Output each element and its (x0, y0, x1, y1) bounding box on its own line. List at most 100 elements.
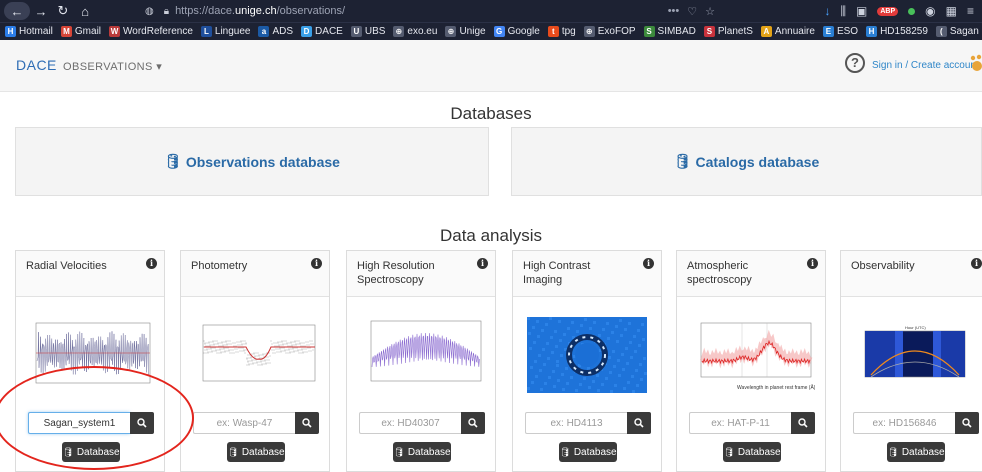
bookmark-favicon-icon: E (822, 26, 834, 37)
bookmark-label: DACE (315, 26, 343, 37)
card-title: Photometry (191, 260, 248, 272)
browser-toolbar: ← → ↻ ⌂ ◍ 🔒︎ https://dace. unige.ch/obser… (0, 0, 982, 22)
search-icon (634, 418, 644, 428)
reload-icon[interactable]: ↻ (52, 0, 74, 22)
preview-chart-image (370, 320, 482, 382)
bookmark-item[interactable]: S PlanetS (703, 26, 753, 37)
info-icon[interactable]: i (807, 258, 818, 269)
pocket-icon[interactable]: ♡ (687, 5, 697, 18)
search-group (359, 412, 485, 434)
url-prefix: https://dace. (175, 5, 235, 17)
database-button[interactable]: 🛢︎ Database (62, 442, 120, 462)
target-search-input[interactable] (28, 412, 130, 434)
bookmark-item[interactable]: H Hotmail (5, 26, 53, 37)
card-header: Radial Velocities i (16, 251, 164, 297)
database-button[interactable]: 🛢︎ Database (559, 442, 617, 462)
search-button[interactable] (791, 412, 815, 434)
library-icon[interactable]: ⫼ (841, 4, 847, 19)
database-button[interactable]: 🛢︎ Database (227, 442, 285, 462)
help-icon[interactable]: ? (845, 53, 865, 73)
info-icon[interactable]: i (311, 258, 322, 269)
catalogs-database-link[interactable]: 🛢︎ Catalogs database (511, 127, 982, 196)
target-search-input[interactable] (193, 412, 295, 434)
info-icon[interactable]: i (971, 258, 982, 269)
bookmark-item[interactable]: (Sagan (935, 26, 979, 37)
target-search-input[interactable] (853, 412, 955, 434)
bookmark-favicon-icon: A (760, 26, 772, 37)
extension-icon[interactable]: ◉ (925, 4, 935, 18)
bookmark-item[interactable]: A Annuaire (760, 26, 815, 37)
info-icon[interactable]: i (477, 258, 488, 269)
bookmark-label: Sagan (949, 26, 979, 37)
bookmark-star-icon[interactable]: ☆ (705, 5, 715, 18)
bookmark-item[interactable]: L Linguee (200, 26, 250, 37)
menu-icon[interactable]: ≡ (967, 4, 974, 18)
target-search-input[interactable] (689, 412, 791, 434)
card-header: High Resolution Spectroscopy i (347, 251, 495, 297)
search-icon (798, 418, 808, 428)
brand-logo[interactable]: DACE (16, 57, 57, 73)
database-icon: 🛢︎ (559, 446, 571, 457)
signin-link[interactable]: Sign in / Create account (872, 60, 979, 71)
bookmark-item[interactable]: t tpg (547, 26, 576, 37)
bookmark-item[interactable]: U UBS (350, 26, 385, 37)
bookmark-favicon-icon: L (200, 26, 212, 37)
grid-extension-icon[interactable]: ▦ (946, 4, 957, 18)
bookmark-item[interactable]: G Google (493, 26, 540, 37)
target-search-input[interactable] (359, 412, 461, 434)
database-button-label: Database (901, 446, 945, 458)
bookmark-label: ExoFOP (597, 26, 636, 37)
paw-logo-icon[interactable] (970, 54, 982, 72)
back-arrow-icon[interactable]: ← (4, 2, 30, 20)
info-icon[interactable]: i (643, 258, 654, 269)
info-icon[interactable]: i (146, 258, 157, 269)
search-button[interactable] (130, 412, 154, 434)
bookmark-favicon-icon: W (109, 26, 121, 37)
forward-arrow-icon[interactable]: → (30, 0, 52, 22)
url-host: unige.ch (235, 5, 277, 17)
sidebar-icon[interactable]: ▣ (856, 4, 867, 18)
page-actions-icon[interactable]: ••• (668, 5, 680, 17)
bookmark-label: Annuaire (774, 26, 815, 37)
database-button-label: Database (76, 446, 120, 458)
bookmark-item[interactable]: ⊕ Unige (445, 26, 486, 37)
preview-chart-image (527, 317, 647, 393)
analysis-card: Observability i Hour (UTC) 🛢︎Database (840, 250, 982, 472)
search-button[interactable] (295, 412, 319, 434)
card-title: High Contrast Imaging (523, 260, 591, 286)
svg-text:Wavelength in planet rest fram: Wavelength in planet rest frame (Å) (737, 384, 815, 391)
bookmark-label: HD158259 (880, 26, 928, 37)
target-search-input[interactable] (525, 412, 627, 434)
search-button[interactable] (461, 412, 485, 434)
adblock-icon[interactable]: ABP (877, 6, 899, 16)
bookmark-item[interactable]: ⊕ ExoFOP (583, 26, 636, 37)
extension-dot-icon[interactable] (908, 7, 916, 15)
search-button[interactable] (955, 412, 979, 434)
database-button-label: Database (241, 446, 285, 458)
bookmark-item[interactable]: D DACE (301, 26, 343, 37)
card-header: Photometry i (181, 251, 329, 297)
bookmark-label: PlanetS (717, 26, 753, 37)
bookmark-item[interactable]: E ESO (822, 26, 859, 37)
observations-menu[interactable]: OBSERVATIONS ▾ (63, 60, 162, 73)
database-button-label: Database (573, 446, 617, 458)
address-bar[interactable]: ◍ 🔒︎ https://dace. unige.ch/observations/… (145, 3, 715, 19)
bookmark-item[interactable]: ⊕ exo.eu (393, 26, 437, 37)
bookmark-item[interactable]: a ADS (258, 26, 293, 37)
database-button[interactable]: 🛢︎ Database (393, 442, 451, 462)
bookmark-label: ESO (836, 26, 859, 37)
analysis-card: Photometry i 🛢︎Database (180, 250, 330, 472)
home-icon[interactable]: ⌂ (74, 0, 96, 22)
bookmark-item[interactable]: M Gmail (60, 26, 101, 37)
database-button[interactable]: 🛢︎ Database (887, 442, 945, 462)
search-icon (302, 418, 312, 428)
bookmark-item[interactable]: W WordReference (109, 26, 193, 37)
database-button[interactable]: 🛢︎ Database (723, 442, 781, 462)
bookmark-label: Hotmail (19, 26, 53, 37)
search-icon (962, 418, 972, 428)
search-button[interactable] (627, 412, 651, 434)
download-icon[interactable]: ↓ (825, 4, 831, 18)
bookmark-item[interactable]: S SIMBAD (643, 26, 696, 37)
observations-database-link[interactable]: 🛢︎ Observations database (15, 127, 489, 196)
bookmark-item[interactable]: H HD158259 (866, 26, 928, 37)
